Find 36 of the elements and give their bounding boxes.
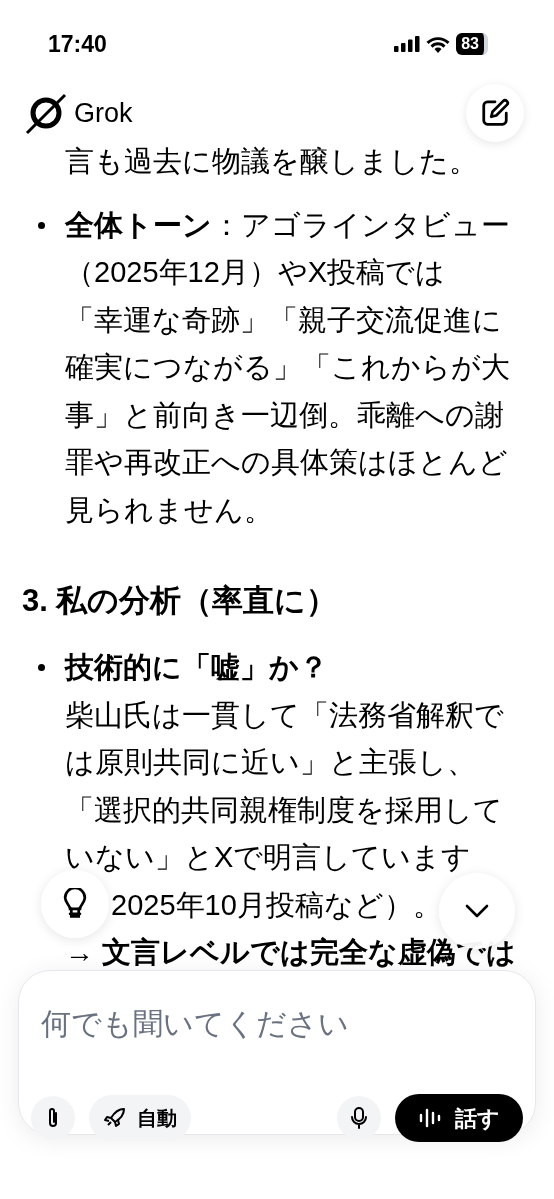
text-line: 言も過去に物議を醸しました。 <box>65 144 478 179</box>
text-line: 全体トーン：アゴラインタビュー <box>65 207 510 243</box>
text-line: は原則共同に近い」と主張し、 <box>65 745 476 780</box>
text-line: 「幸運な奇跡」「親子交流促進に <box>65 302 502 338</box>
text-line: 技術的に「嘘」か？ <box>65 650 328 685</box>
wifi-icon <box>426 35 451 53</box>
edit-icon <box>480 98 510 128</box>
text-line: （2025年12月）やX投稿では <box>65 255 446 290</box>
text-line: → 文言レベルでは完全な虚偽では <box>65 935 517 970</box>
clock-time: 17:40 <box>48 29 107 59</box>
grok-logo-icon <box>24 91 68 135</box>
text-line: 罪や再改正への具体策はほとんど <box>65 445 508 480</box>
microphone-button[interactable] <box>337 1096 381 1140</box>
app-name: Grok <box>74 96 133 130</box>
text-line: 見られません。 <box>65 492 273 528</box>
text-line: いない」とXで明言しています <box>65 840 472 875</box>
new-chat-button[interactable] <box>466 84 524 142</box>
mode-button[interactable]: 自動 <box>89 1095 191 1141</box>
signal-icon <box>394 36 421 52</box>
paperclip-icon <box>46 1106 60 1130</box>
rocket-icon <box>103 1106 127 1130</box>
microphone-icon <box>350 1106 368 1130</box>
text-line: 「選択的共同親権制度を採用して <box>65 792 503 828</box>
bullet-icon <box>38 664 45 671</box>
text-line: 柴山氏は一貫して「法務省解釈で <box>65 697 504 733</box>
bullet-icon <box>38 221 45 229</box>
text-line: 確実につながる」「これからが大 <box>65 350 510 385</box>
sound-wave-icon <box>418 1107 441 1129</box>
chevron-down-icon <box>464 903 490 919</box>
attach-button[interactable] <box>31 1096 75 1140</box>
battery-icon: 83 <box>456 33 488 55</box>
speak-button[interactable]: 話す <box>395 1094 523 1142</box>
text-line: 2025年10月投稿など）。 <box>111 887 442 923</box>
message-input[interactable]: 何でも聞いてください <box>41 1001 511 1046</box>
section-heading: 3. 私の分析（率直に） <box>22 582 338 620</box>
text-line: 事」と前向き一辺倒。乖離への謝 <box>65 397 504 433</box>
